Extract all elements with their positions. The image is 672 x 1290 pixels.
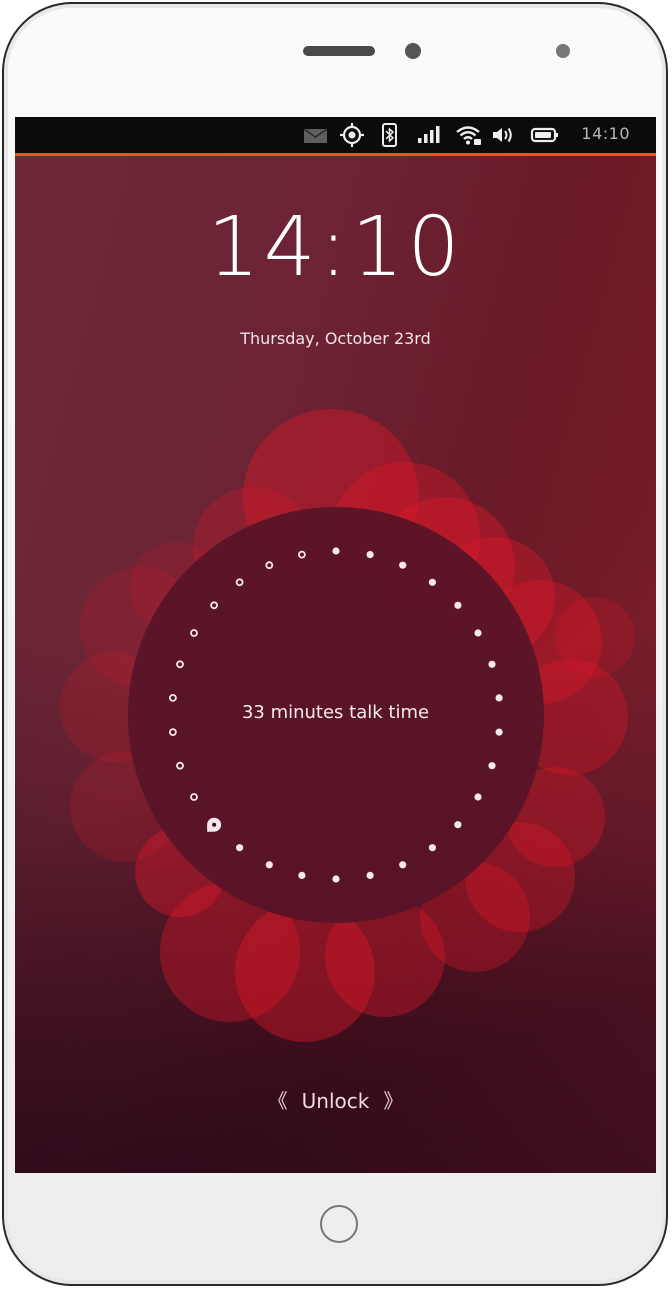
- front-camera: [405, 43, 421, 59]
- home-button[interactable]: [320, 1205, 358, 1243]
- infographic-dot-filled: [454, 601, 462, 609]
- infographic-dot-filled: [428, 578, 436, 586]
- infographic-dot-filled: [428, 844, 436, 852]
- wifi-icon: [456, 126, 481, 145]
- status-bar-accent-line: [15, 153, 656, 156]
- infographic-dot-filled: [236, 844, 244, 852]
- bluetooth-icon: [382, 123, 397, 147]
- infographic-dot-filled: [366, 551, 374, 559]
- chevron-left-icon: 《: [267, 1089, 288, 1113]
- status-time: 14:10: [581, 124, 630, 143]
- unlock-label: Unlock: [301, 1089, 370, 1113]
- lock-date: Thursday, October 23rd: [240, 329, 431, 348]
- infographic-dot-filled: [474, 629, 482, 637]
- proximity-sensor: [556, 44, 570, 58]
- battery-icon: [530, 127, 558, 143]
- volume-icon: [493, 127, 512, 143]
- earpiece-speaker: [303, 46, 375, 56]
- infographic-dot-filled: [399, 561, 407, 569]
- infographic-dot-filled: [298, 871, 306, 880]
- infographic-dot-filled: [474, 793, 482, 801]
- infographic-dot-filled: [332, 547, 340, 555]
- infographic-dot-filled: [495, 728, 503, 736]
- messages-icon: [303, 128, 328, 143]
- infographic-dot-filled: [265, 861, 273, 869]
- infographic-dot-filled: [454, 821, 462, 829]
- lock-clock: 14:10: [207, 200, 464, 295]
- infographic-label: 33 minutes talk time: [241, 702, 430, 723]
- infographic-dot-filled: [366, 871, 374, 880]
- unlock-hint[interactable]: 《 Unlock 》: [15, 1085, 656, 1114]
- infographic-petal: [555, 597, 635, 677]
- infographic-dot-filled: [332, 875, 340, 883]
- infographic-dot-filled: [495, 694, 503, 702]
- infographic-dot-filled: [488, 762, 496, 770]
- chevron-right-icon: 》: [383, 1089, 404, 1113]
- location-icon: [340, 123, 364, 147]
- status-bar[interactable]: 14:10: [15, 117, 656, 153]
- infographic-dot-filled: [488, 660, 496, 668]
- infographic-dot-filled: [399, 861, 407, 869]
- infographic-marker: [207, 817, 222, 832]
- cellular-signal-icon: [418, 126, 440, 143]
- lock-screen: 14:10 14:10 Thursday, October 23rd 33 mi…: [15, 117, 656, 1173]
